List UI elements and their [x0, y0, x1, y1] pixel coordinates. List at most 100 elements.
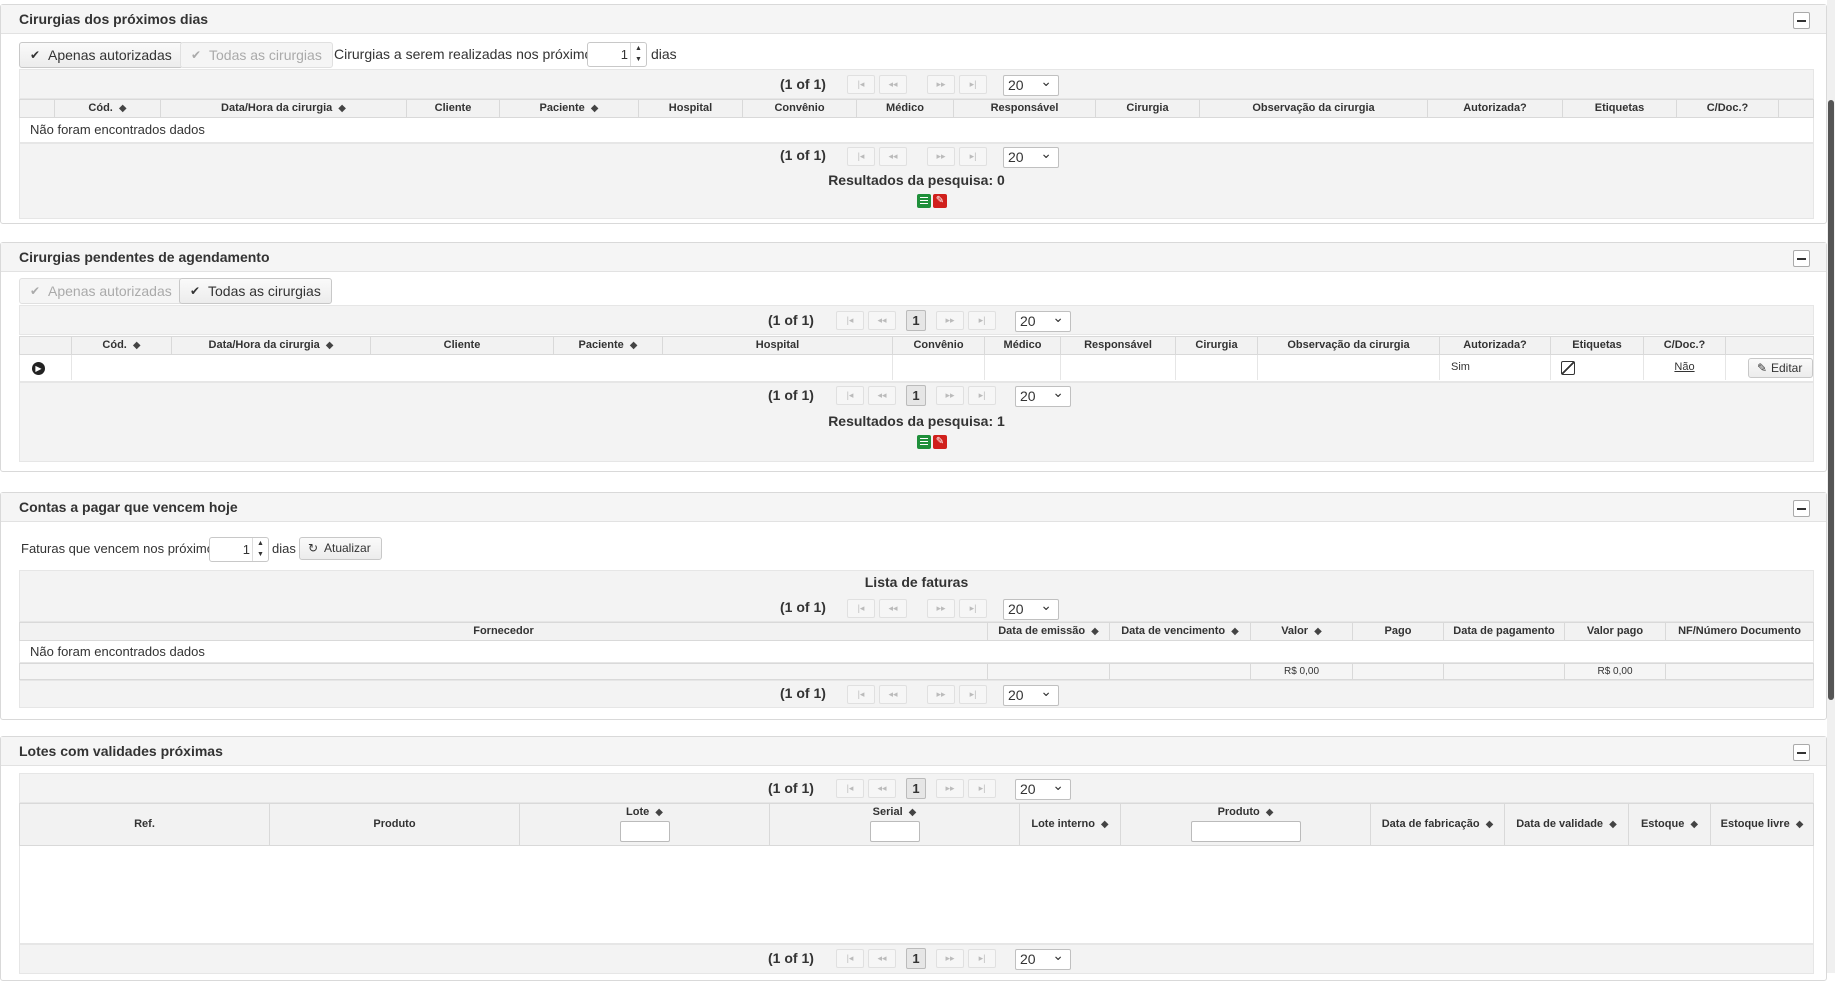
last-page-icon[interactable]: ▸|	[968, 386, 996, 405]
excel-icon[interactable]	[917, 194, 931, 208]
refresh-button[interactable]: ↻ Atualizar	[299, 537, 382, 560]
first-page-icon[interactable]: |◂	[836, 779, 864, 798]
prev-page-icon[interactable]: ◂◂	[879, 685, 907, 704]
vertical-scrollbar[interactable]	[1827, 0, 1835, 973]
page-size-select[interactable]: 20	[1015, 308, 1071, 332]
column-data-fabricacao[interactable]: Data de fabricação ◆	[1371, 804, 1505, 845]
next-page-icon[interactable]: ▸▸	[927, 75, 955, 94]
pdf-icon[interactable]: ✎	[933, 194, 947, 208]
first-page-icon[interactable]: |◂	[836, 386, 864, 405]
row-expand-icon[interactable]: ▶	[32, 362, 45, 375]
scrollbar-thumb[interactable]	[1828, 100, 1834, 700]
collapse-button[interactable]	[1793, 250, 1810, 267]
spin-down-icon[interactable]: ▼	[253, 549, 268, 560]
sort-icon[interactable]: ◆	[591, 103, 599, 114]
prev-page-icon[interactable]: ◂◂	[879, 599, 907, 618]
page-size-select[interactable]: 20	[1015, 776, 1071, 800]
all-surgeries-button[interactable]: ✔ Todas as cirurgias	[180, 42, 333, 68]
sort-icon[interactable]: ◆	[1796, 819, 1804, 830]
last-page-icon[interactable]: ▸|	[968, 949, 996, 968]
days-spinner[interactable]: 1 ▲ ▼	[587, 42, 647, 67]
prev-page-icon[interactable]: ◂◂	[879, 147, 907, 166]
sort-icon[interactable]: ◆	[1091, 626, 1099, 637]
page-size-select[interactable]: 20	[1003, 682, 1059, 706]
page-size-select[interactable]: 20	[1015, 383, 1071, 407]
last-page-icon[interactable]: ▸|	[968, 311, 996, 330]
column-lote[interactable]: Lote ◆	[520, 804, 770, 845]
all-surgeries-button[interactable]: ✔ Todas as cirurgias	[179, 278, 332, 304]
collapse-button[interactable]	[1793, 12, 1810, 29]
last-page-icon[interactable]: ▸|	[959, 75, 987, 94]
only-authorized-button[interactable]: ✔ Apenas autorizadas	[19, 42, 183, 68]
sort-icon[interactable]: ◆	[326, 340, 334, 351]
column-cod[interactable]: Cód. ◆	[55, 100, 161, 117]
column-datetime[interactable]: Data/Hora da cirurgia ◆	[161, 100, 407, 117]
prev-page-icon[interactable]: ◂◂	[868, 386, 896, 405]
spin-up-icon[interactable]: ▲	[253, 538, 268, 549]
column-data-emissao[interactable]: Data de emissão ◆	[988, 623, 1110, 640]
edit-button[interactable]: ✎ Editar	[1748, 358, 1814, 378]
pdf-icon[interactable]: ✎	[933, 435, 947, 449]
first-page-icon[interactable]: |◂	[847, 75, 875, 94]
next-page-icon[interactable]: ▸▸	[927, 685, 955, 704]
column-produto-filter[interactable]: Produto ◆	[1121, 804, 1371, 845]
page-number-button[interactable]: 1	[906, 778, 926, 799]
first-page-icon[interactable]: |◂	[847, 599, 875, 618]
next-page-icon[interactable]: ▸▸	[927, 147, 955, 166]
sort-icon[interactable]: ◆	[1266, 807, 1274, 818]
page-number-button[interactable]: 1	[906, 948, 926, 969]
collapse-button[interactable]	[1793, 500, 1810, 517]
column-data-vencimento[interactable]: Data de vencimento ◆	[1110, 623, 1251, 640]
column-paciente[interactable]: Paciente ◆	[500, 100, 639, 117]
page-size-select[interactable]: 20	[1003, 596, 1059, 620]
serial-filter-input[interactable]	[870, 821, 920, 842]
next-page-icon[interactable]: ▸▸	[936, 386, 964, 405]
column-lote-interno[interactable]: Lote interno ◆	[1020, 804, 1121, 845]
last-page-icon[interactable]: ▸|	[959, 147, 987, 166]
page-size-select[interactable]: 20	[1003, 144, 1059, 168]
first-page-icon[interactable]: |◂	[847, 147, 875, 166]
next-page-icon[interactable]: ▸▸	[927, 599, 955, 618]
spin-up-icon[interactable]: ▲	[631, 43, 646, 54]
sort-icon[interactable]: ◆	[1486, 819, 1494, 830]
prev-page-icon[interactable]: ◂◂	[868, 779, 896, 798]
sort-icon[interactable]: ◆	[1231, 626, 1239, 637]
column-estoque[interactable]: Estoque ◆	[1629, 804, 1711, 845]
table-row[interactable]: ▶ Sim Não ✎ Editar	[19, 355, 1814, 382]
column-estoque-livre[interactable]: Estoque livre ◆	[1711, 804, 1813, 845]
days-spinner[interactable]: 1 ▲ ▼	[209, 537, 269, 562]
column-datetime[interactable]: Data/Hora da cirurgia ◆	[172, 337, 371, 354]
first-page-icon[interactable]: |◂	[847, 685, 875, 704]
last-page-icon[interactable]: ▸|	[959, 599, 987, 618]
sort-icon[interactable]: ◆	[1690, 819, 1698, 830]
column-data-validade[interactable]: Data de validade ◆	[1505, 804, 1629, 845]
produto-filter-input[interactable]	[1191, 821, 1301, 842]
spin-down-icon[interactable]: ▼	[631, 54, 646, 65]
page-number-button[interactable]: 1	[906, 385, 926, 406]
next-page-icon[interactable]: ▸▸	[936, 949, 964, 968]
sort-icon[interactable]: ◆	[338, 103, 346, 114]
collapse-button[interactable]	[1793, 744, 1810, 761]
sort-icon[interactable]: ◆	[1101, 819, 1109, 830]
column-valor[interactable]: Valor ◆	[1251, 623, 1353, 640]
column-paciente[interactable]: Paciente ◆	[554, 337, 663, 354]
prev-page-icon[interactable]: ◂◂	[868, 311, 896, 330]
prev-page-icon[interactable]: ◂◂	[868, 949, 896, 968]
page-size-select[interactable]: 20	[1003, 72, 1059, 96]
first-page-icon[interactable]: |◂	[836, 311, 864, 330]
page-number-button[interactable]: 1	[906, 310, 926, 331]
sort-icon[interactable]: ◆	[119, 103, 127, 114]
prev-page-icon[interactable]: ◂◂	[879, 75, 907, 94]
lote-filter-input[interactable]	[620, 821, 670, 842]
cdoc-link[interactable]: Não	[1674, 361, 1694, 373]
sort-icon[interactable]: ◆	[1314, 626, 1322, 637]
sort-icon[interactable]: ◆	[909, 807, 917, 818]
sort-icon[interactable]: ◆	[1609, 819, 1617, 830]
page-size-select[interactable]: 20	[1015, 946, 1071, 970]
column-cod[interactable]: Cód. ◆	[72, 337, 172, 354]
sort-icon[interactable]: ◆	[655, 807, 663, 818]
last-page-icon[interactable]: ▸|	[959, 685, 987, 704]
sort-icon[interactable]: ◆	[630, 340, 638, 351]
excel-icon[interactable]	[917, 435, 931, 449]
sort-icon[interactable]: ◆	[133, 340, 141, 351]
